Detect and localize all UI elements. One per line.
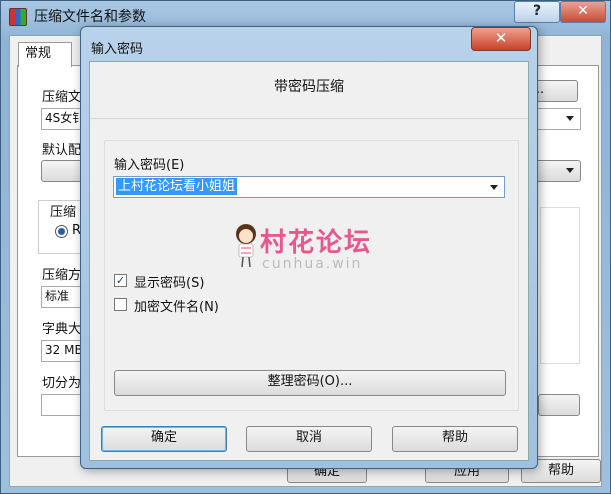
help-button[interactable]: 帮助 xyxy=(392,426,518,452)
dialog-header: 带密码压缩 xyxy=(274,79,344,95)
archive-options-group xyxy=(540,207,580,364)
compression-method-label: 压缩方 xyxy=(42,268,82,283)
winrar-app-icon xyxy=(9,8,27,26)
dictionary-size-label: 字典大 xyxy=(42,322,82,337)
watermark-subtitle: cunhua.win xyxy=(262,256,363,272)
parent-window-title: 压缩文件名和参数 xyxy=(34,9,146,25)
parent-close-button[interactable]: ✕ xyxy=(560,1,606,23)
watermark-title: 村花论坛 xyxy=(260,228,373,258)
archive-format-label: 压缩 xyxy=(50,205,77,220)
chevron-down-icon[interactable] xyxy=(566,168,574,173)
dialog-title: 输入密码 xyxy=(91,42,144,57)
show-password-checkbox[interactable]: ✓ xyxy=(114,274,127,287)
set-password-button[interactable] xyxy=(538,394,580,416)
help-title-button[interactable]: ? xyxy=(514,1,560,23)
chevron-down-icon[interactable] xyxy=(566,116,574,121)
archive-name-label: 压缩文 xyxy=(42,90,82,105)
default-profile-label: 默认配 xyxy=(42,143,82,158)
password-input[interactable]: 上村花论坛看小姐姐 xyxy=(116,178,238,195)
tab-general[interactable]: 常规 xyxy=(18,42,72,67)
encrypt-file-names-label[interactable]: 加密文件名(N) xyxy=(134,296,219,315)
encrypt-file-names-checkbox[interactable] xyxy=(114,298,127,311)
close-icon[interactable]: ✕ xyxy=(471,27,531,51)
rar-radio[interactable] xyxy=(55,225,68,238)
organize-passwords-button[interactable]: 整理密码(O)... xyxy=(114,370,506,396)
cancel-button[interactable]: 取消 xyxy=(246,426,372,452)
doll-icon xyxy=(236,224,256,268)
split-volumes-label: 切分为 xyxy=(42,376,82,391)
password-label: 输入密码(E) xyxy=(114,158,185,173)
show-password-label[interactable]: 显示密码(S) xyxy=(134,272,204,291)
ok-button[interactable]: 确定 xyxy=(101,426,227,452)
chevron-down-icon[interactable] xyxy=(490,185,498,190)
